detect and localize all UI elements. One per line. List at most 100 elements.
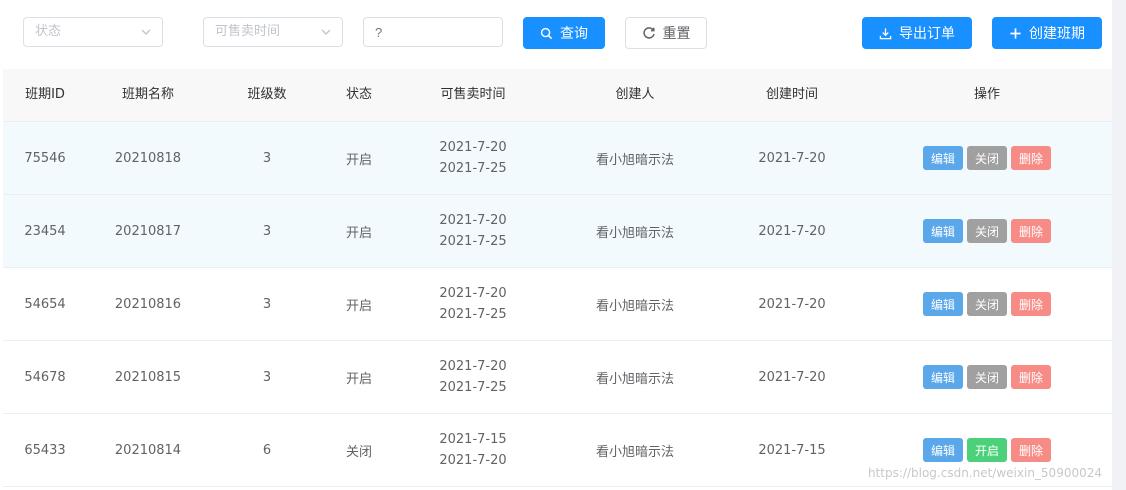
cell-class-count-text: 6: [262, 442, 272, 458]
sale-start-date: 2021-7-20: [439, 140, 507, 155]
cell-status: 开启: [325, 341, 393, 413]
refresh-icon: [642, 26, 656, 40]
column-header-created-time: 创建时间: [765, 87, 818, 102]
cell-created-time: 2021-7-20: [717, 268, 867, 340]
cell-created-time-text: 2021-7-20: [758, 369, 826, 385]
export-orders-button[interactable]: 导出订单: [862, 17, 972, 49]
cell-name-text: 20210817: [114, 223, 182, 239]
cell-name: 20210816: [87, 268, 209, 340]
close-button[interactable]: 关闭: [967, 146, 1007, 170]
cell-class-count: 3: [209, 195, 325, 267]
sale-end-date: 2021-7-25: [439, 161, 507, 176]
scrollbar-track[interactable]: [1112, 0, 1126, 490]
cell-created-time-text: 2021-7-20: [758, 296, 826, 312]
cell-sale-time: 2021-7-15 2021-7-20: [393, 414, 553, 486]
column-header-status: 状态: [345, 87, 372, 102]
cell-sale-time: 2021-7-20 2021-7-25: [393, 195, 553, 267]
cell-status-text: 开启: [345, 152, 372, 168]
search-button-label: 查询: [560, 26, 588, 42]
cell-id-text: 75546: [24, 150, 66, 166]
cell-id-text: 23454: [24, 223, 66, 239]
cell-status-text: 开启: [345, 371, 372, 387]
cell-creator: 看小旭暗示法: [553, 122, 717, 194]
close-button[interactable]: 关闭: [967, 365, 1007, 389]
status-select[interactable]: 状态: [23, 17, 163, 47]
delete-button[interactable]: 删除: [1011, 146, 1051, 170]
close-button[interactable]: 关闭: [967, 292, 1007, 316]
cell-id-text: 54678: [24, 369, 66, 385]
create-class-period-button-label: 创建班期: [1029, 26, 1085, 42]
table-row: 23454 20210817 3 开启 2021-7-20 2021-7-25 看小旭暗示法…: [3, 195, 1112, 268]
cell-sale-time: 2021-7-20 2021-7-25: [393, 122, 553, 194]
sale-time-select[interactable]: 可售卖时间: [203, 17, 343, 47]
cell-sale-time: 2021-7-20 2021-7-25: [393, 268, 553, 340]
cell-created-time: 2021-7-20: [717, 195, 867, 267]
status-select-placeholder: 状态: [35, 24, 62, 39]
sale-end-date: 2021-7-25: [439, 380, 507, 395]
edit-button[interactable]: 编辑: [923, 438, 963, 462]
edit-button[interactable]: 编辑: [923, 365, 963, 389]
cell-name: 20210817: [87, 195, 209, 267]
search-button[interactable]: 查询: [523, 17, 605, 49]
cell-name-text: 20210818: [114, 150, 182, 166]
keyword-input[interactable]: [363, 17, 503, 47]
cell-actions: 编辑 关闭 删除: [867, 195, 1107, 267]
cell-creator: 看小旭暗示法: [553, 268, 717, 340]
cell-class-count: 3: [209, 268, 325, 340]
cell-creator-text: 看小旭暗示法: [595, 152, 674, 168]
filter-toolbar: 状态 可售卖时间 查询 重置: [0, 0, 1112, 68]
delete-button[interactable]: 删除: [1011, 219, 1051, 243]
sale-start-date: 2021-7-20: [439, 286, 507, 301]
cell-id: 65433: [3, 414, 87, 486]
close-button[interactable]: 关闭: [967, 219, 1007, 243]
cell-creator: 看小旭暗示法: [553, 341, 717, 413]
cell-status: 开启: [325, 268, 393, 340]
cell-class-count: 3: [209, 341, 325, 413]
plus-icon: [1009, 27, 1022, 40]
cell-name-text: 20210814: [114, 442, 182, 458]
cell-created-time-text: 2021-7-20: [758, 223, 826, 239]
open-button[interactable]: 开启: [967, 438, 1007, 462]
chevron-down-icon: [140, 18, 152, 46]
cell-id: 75546: [3, 122, 87, 194]
chevron-down-icon: [320, 18, 332, 46]
cell-id: 23454: [3, 195, 87, 267]
cell-name-text: 20210816: [114, 296, 182, 312]
cell-creator-text: 看小旭暗示法: [595, 371, 674, 387]
sale-start-date: 2021-7-20: [439, 359, 507, 374]
cell-created-time: 2021-7-15: [717, 414, 867, 486]
delete-button[interactable]: 删除: [1011, 438, 1051, 462]
cell-class-count: 6: [209, 414, 325, 486]
delete-button[interactable]: 删除: [1011, 292, 1051, 316]
sale-start-date: 2021-7-20: [439, 213, 507, 228]
delete-button[interactable]: 删除: [1011, 365, 1051, 389]
class-period-table: 班期ID 班期名称 班级数 状态 可售卖时间 创建人 创建时间 操作 75546…: [3, 69, 1112, 487]
download-icon: [879, 27, 892, 40]
column-header-sale-time: 可售卖时间: [440, 87, 506, 102]
cell-id-text: 54654: [24, 296, 66, 312]
cell-class-count-text: 3: [262, 150, 272, 166]
cell-id: 54654: [3, 268, 87, 340]
watermark: https://blog.csdn.net/weixin_50900024: [867, 466, 1102, 480]
search-icon: [540, 27, 553, 40]
sale-time-select-placeholder: 可售卖时间: [215, 24, 281, 39]
cell-creator: 看小旭暗示法: [553, 414, 717, 486]
cell-id-text: 65433: [24, 442, 66, 458]
edit-button[interactable]: 编辑: [923, 146, 963, 170]
column-header-class-count: 班级数: [247, 87, 287, 102]
edit-button[interactable]: 编辑: [923, 292, 963, 316]
cell-creator-text: 看小旭暗示法: [595, 225, 674, 241]
column-header-name: 班期名称: [121, 87, 174, 102]
cell-name: 20210814: [87, 414, 209, 486]
cell-status: 关闭: [325, 414, 393, 486]
sale-end-date: 2021-7-20: [439, 453, 507, 468]
cell-created-time: 2021-7-20: [717, 122, 867, 194]
reset-button[interactable]: 重置: [625, 17, 707, 49]
table-row: 75546 20210818 3 开启 2021-7-20 2021-7-25 看小旭暗示法…: [3, 122, 1112, 195]
edit-button[interactable]: 编辑: [923, 219, 963, 243]
cell-status: 开启: [325, 195, 393, 267]
cell-class-count-text: 3: [262, 223, 272, 239]
cell-created-time: 2021-7-20: [717, 341, 867, 413]
cell-creator-text: 看小旭暗示法: [595, 444, 674, 460]
create-class-period-button[interactable]: 创建班期: [992, 17, 1102, 49]
